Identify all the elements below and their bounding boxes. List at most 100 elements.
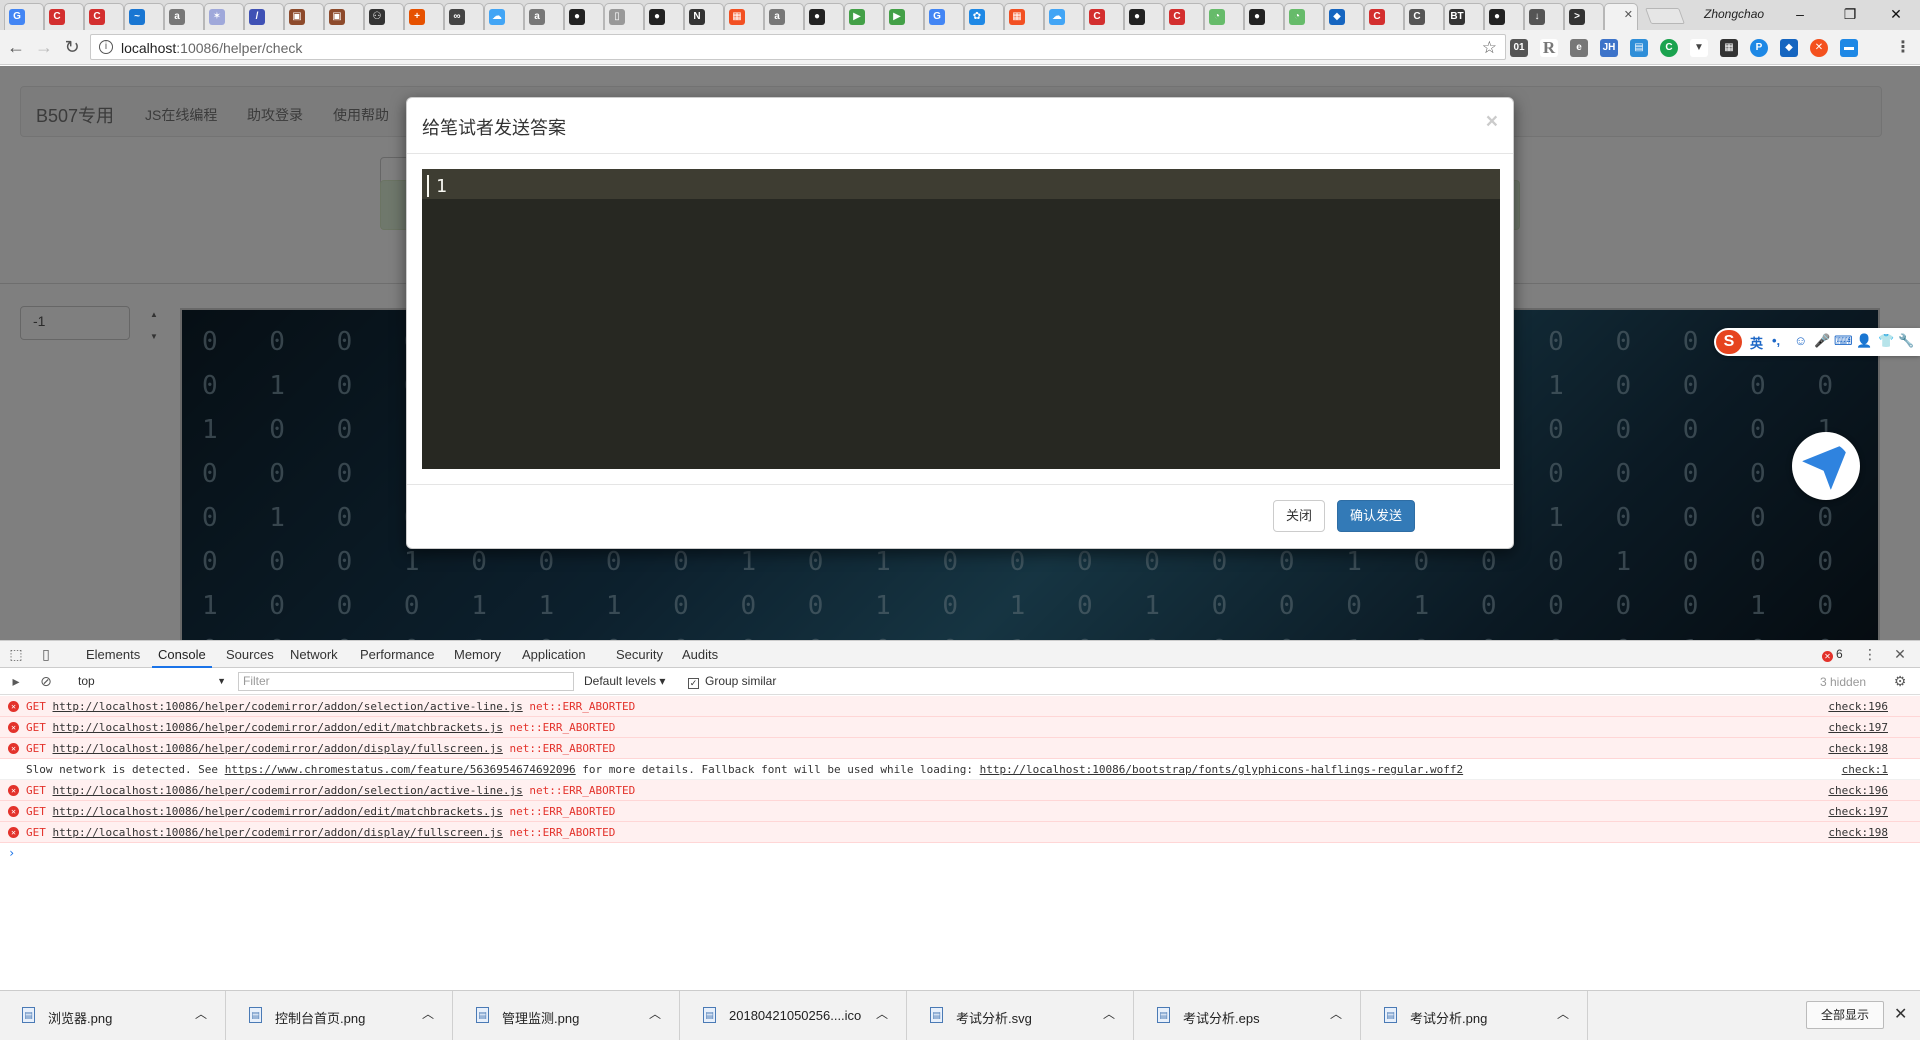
download-filename[interactable]: 考试分析.eps — [1183, 1008, 1260, 1027]
forward-icon[interactable]: → — [32, 35, 56, 59]
devtools-tab-performance[interactable]: Performance — [354, 641, 440, 668]
chevron-up-icon[interactable]: ︿ — [422, 1005, 434, 1022]
extension-grid-icon[interactable]: ▦ — [1720, 39, 1738, 57]
devtools-tab-audits[interactable]: Audits — [676, 641, 724, 668]
browser-tab[interactable]: ↓ — [1524, 3, 1564, 30]
close-tab-icon[interactable]: ✕ — [1624, 8, 1633, 21]
info-icon[interactable]: i — [99, 40, 113, 54]
filter-input[interactable]: Filter — [238, 672, 574, 691]
request-url-link[interactable]: http://localhost:10086/helper/codemirror… — [53, 826, 503, 839]
browser-tab[interactable]: ● — [564, 3, 604, 30]
mic-icon[interactable]: 🎤 — [1814, 333, 1830, 349]
chevron-up-icon[interactable]: ︿ — [1103, 1005, 1115, 1022]
extension-jh-icon[interactable]: JH — [1600, 39, 1618, 57]
profile-name[interactable]: Zhongchao — [1704, 7, 1764, 21]
browser-tab[interactable]: ◆ — [1324, 3, 1364, 30]
log-levels-select[interactable]: Default levels ▾ — [584, 674, 665, 688]
chevron-up-icon[interactable]: ︿ — [195, 1005, 207, 1022]
devtools-tab-network[interactable]: Network — [284, 641, 344, 668]
download-filename[interactable]: 20180421050256....ico — [729, 1008, 861, 1023]
browser-tab[interactable]: ▣ — [324, 3, 364, 30]
browser-tab[interactable]: ● — [1244, 3, 1284, 30]
extension-orange-icon[interactable]: ✕ — [1810, 39, 1828, 57]
browser-tab[interactable]: ☁ — [484, 3, 524, 30]
ime-punct[interactable]: •, — [1772, 333, 1780, 348]
source-location-link[interactable]: check:198 — [1828, 822, 1888, 843]
request-url-link[interactable]: http://localhost:10086/helper/codemirror… — [53, 805, 503, 818]
address-bar[interactable]: i localhost:10086/helper/check ☆ — [90, 34, 1506, 60]
wrench-icon[interactable]: 🔧 — [1898, 333, 1914, 349]
minimize-icon[interactable]: – — [1780, 3, 1820, 25]
browser-tab[interactable]: ● — [644, 3, 684, 30]
extension-r-icon[interactable]: R — [1540, 39, 1558, 57]
menu-icon[interactable]: ⋮ — [1894, 39, 1912, 57]
browser-tab[interactable]: ▦ — [1004, 3, 1044, 30]
device-toolbar-icon[interactable]: ▯ — [38, 646, 54, 662]
browser-tab[interactable]: ▯ — [604, 3, 644, 30]
devtools-tab-elements[interactable]: Elements — [80, 641, 146, 668]
download-item[interactable]: ▤ 20180421050256....ico ︿ — [681, 991, 907, 1040]
browser-tab[interactable]: N — [684, 3, 724, 30]
source-location-link[interactable]: check:197 — [1828, 717, 1888, 738]
extension-evernote-icon[interactable]: e — [1570, 39, 1588, 57]
browser-tab[interactable]: BT — [1444, 3, 1484, 30]
close-button[interactable]: 关闭 — [1273, 500, 1326, 532]
browser-tab[interactable]: ~ — [124, 3, 164, 30]
browser-tab[interactable]: C — [1364, 3, 1404, 30]
inspect-icon[interactable]: ⬚ — [8, 646, 24, 662]
browser-tab[interactable]: C — [1084, 3, 1124, 30]
browser-tab[interactable]: a — [764, 3, 804, 30]
extension-v-icon[interactable]: ▼ — [1690, 39, 1708, 57]
download-item[interactable]: ▤ 控制台首页.png ︿ — [227, 991, 453, 1040]
font-url-link[interactable]: http://localhost:10086/bootstrap/fonts/g… — [980, 763, 1463, 776]
source-location-link[interactable]: check:196 — [1828, 696, 1888, 717]
floating-bird-button[interactable] — [1792, 432, 1860, 500]
browser-tab[interactable]: ● — [804, 3, 844, 30]
ime-lang[interactable]: 英 — [1750, 333, 1763, 352]
code-editor[interactable]: 1 — [422, 169, 1500, 469]
browser-tab[interactable]: C — [84, 3, 124, 30]
close-window-icon[interactable]: ✕ — [1876, 3, 1916, 25]
restore-icon[interactable]: ❐ — [1830, 3, 1870, 25]
group-similar-checkbox[interactable]: ✓ Group similar — [688, 674, 776, 689]
download-item[interactable]: ▤ 管理监测.png ︿ — [454, 991, 680, 1040]
browser-tab[interactable]: > — [1564, 3, 1604, 30]
request-url-link[interactable]: http://localhost:10086/helper/codemirror… — [53, 742, 503, 755]
browser-tab[interactable]: a — [524, 3, 564, 30]
bookmark-star-icon[interactable]: ☆ — [1482, 38, 1497, 58]
sogou-logo-icon[interactable]: S — [1716, 330, 1742, 354]
browser-tab[interactable]: ⚇ — [364, 3, 404, 30]
chromestatus-link[interactable]: https://www.chromestatus.com/feature/563… — [225, 763, 576, 776]
browser-tab[interactable]: ● — [1484, 3, 1524, 30]
download-item[interactable]: ▤ 考试分析.eps ︿ — [1135, 991, 1361, 1040]
browser-tab[interactable]: C — [44, 3, 84, 30]
download-item[interactable]: ▤ 浏览器.png ︿ — [0, 991, 226, 1040]
confirm-send-button[interactable]: 确认发送 — [1337, 500, 1416, 532]
browser-tab[interactable]: ◔ — [1284, 3, 1324, 30]
devtools-tab-application[interactable]: Application — [516, 641, 592, 668]
browser-tab[interactable]: / — [244, 3, 284, 30]
console-prompt[interactable]: › — [0, 843, 1920, 863]
devtools-tab-memory[interactable]: Memory — [448, 641, 507, 668]
reload-icon[interactable]: ↻ — [60, 35, 84, 59]
ime-toolbar[interactable]: S 英 •, ☺ 🎤 ⌨ 👤 👕 🔧 — [1714, 328, 1920, 356]
extension-card-icon[interactable]: ▬ — [1840, 39, 1858, 57]
chevron-up-icon[interactable]: ︿ — [1557, 1005, 1569, 1022]
request-url-link[interactable]: http://localhost:10086/helper/codemirror… — [53, 700, 523, 713]
browser-tab[interactable]: C — [1164, 3, 1204, 30]
devtools-tab-security[interactable]: Security — [610, 641, 669, 668]
back-icon[interactable]: ← — [4, 35, 28, 59]
new-tab-button[interactable] — [1645, 8, 1685, 24]
chevron-up-icon[interactable]: ︿ — [876, 1005, 888, 1022]
browser-tab[interactable]: ∞ — [444, 3, 484, 30]
browser-tab[interactable]: ▣ — [284, 3, 324, 30]
browser-tab[interactable]: ● — [1124, 3, 1164, 30]
source-location-link[interactable]: check:198 — [1828, 738, 1888, 759]
devtools-tab-console[interactable]: Console — [152, 641, 212, 668]
close-shelf-icon[interactable]: ✕ — [1894, 1004, 1907, 1024]
download-item[interactable]: ▤ 考试分析.svg ︿ — [908, 991, 1134, 1040]
url-text[interactable]: localhost:10086/helper/check — [121, 40, 302, 56]
extension-01-icon[interactable]: 01 — [1510, 39, 1528, 57]
browser-tab[interactable]: G — [924, 3, 964, 30]
browser-tab[interactable]: C — [1404, 3, 1444, 30]
